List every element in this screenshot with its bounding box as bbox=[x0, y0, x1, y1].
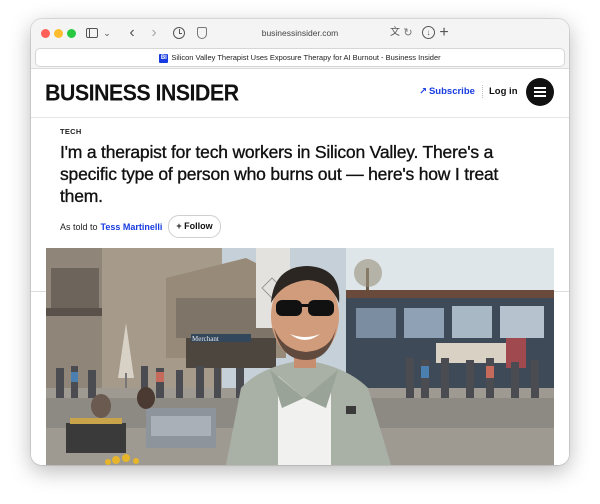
hamburger-icon-bar bbox=[534, 95, 546, 97]
site-logo[interactable]: BUSINESS INSIDER bbox=[45, 80, 239, 107]
storefront-sign: Merchant bbox=[192, 335, 219, 343]
browser-toolbar: ⌄ ‹ › businessinsider.com 文 ↻ ↓ + bbox=[31, 19, 569, 47]
browser-window: ⌄ ‹ › businessinsider.com 文 ↻ ↓ + BI Sili… bbox=[31, 19, 569, 465]
hero-photo-illustration: Merchant bbox=[46, 248, 554, 465]
history-clock-icon[interactable] bbox=[171, 25, 187, 41]
sidebar-toggle-icon[interactable] bbox=[83, 25, 99, 41]
subscribe-link[interactable]: ↗ Subscribe bbox=[419, 86, 475, 97]
close-window-button[interactable] bbox=[41, 29, 50, 38]
new-tab-icon[interactable]: + bbox=[437, 25, 451, 41]
zoom-window-button[interactable] bbox=[67, 29, 76, 38]
tab-active[interactable]: BI Silicon Valley Therapist Uses Exposure… bbox=[35, 48, 565, 67]
translate-icon[interactable]: 文 bbox=[388, 25, 402, 41]
article-headline: I'm a therapist for tech workers in Sili… bbox=[60, 142, 499, 206]
chevron-down-icon[interactable]: ⌄ bbox=[101, 25, 113, 41]
menu-button[interactable] bbox=[526, 78, 554, 106]
favicon-icon: BI bbox=[159, 53, 169, 63]
arrow-up-right-icon: ↗ bbox=[419, 86, 427, 97]
forward-arrow-icon[interactable]: › bbox=[147, 25, 161, 41]
tab-strip: BI Silicon Valley Therapist Uses Exposure… bbox=[31, 47, 569, 69]
byline-prefix: As told to bbox=[60, 222, 98, 232]
reload-icon[interactable]: ↻ bbox=[401, 25, 415, 41]
address-bar[interactable]: businessinsider.com bbox=[217, 25, 383, 41]
login-link[interactable]: Log in bbox=[489, 86, 518, 97]
minimize-window-button[interactable] bbox=[54, 29, 63, 38]
download-icon[interactable]: ↓ bbox=[421, 25, 435, 41]
hamburger-icon bbox=[534, 87, 546, 89]
follow-button[interactable]: + Follow bbox=[168, 215, 221, 238]
author-link[interactable]: Tess Martinelli bbox=[101, 222, 163, 232]
web-page: BUSINESS INSIDER ↗ Subscribe Log in TECH … bbox=[31, 69, 569, 465]
tab-title: Silicon Valley Therapist Uses Exposure T… bbox=[171, 53, 441, 62]
article-byline: As told to Tess Martinelli bbox=[60, 221, 162, 233]
article-category[interactable]: TECH bbox=[60, 127, 82, 136]
header-divider-line bbox=[31, 117, 569, 118]
hamburger-icon-bar bbox=[534, 91, 546, 93]
header-divider bbox=[482, 85, 483, 98]
privacy-shield-icon[interactable] bbox=[195, 25, 207, 41]
hero-photo: Merchant bbox=[46, 248, 554, 465]
subscribe-label: Subscribe bbox=[428, 86, 475, 97]
back-arrow-icon[interactable]: ‹ bbox=[125, 25, 139, 41]
